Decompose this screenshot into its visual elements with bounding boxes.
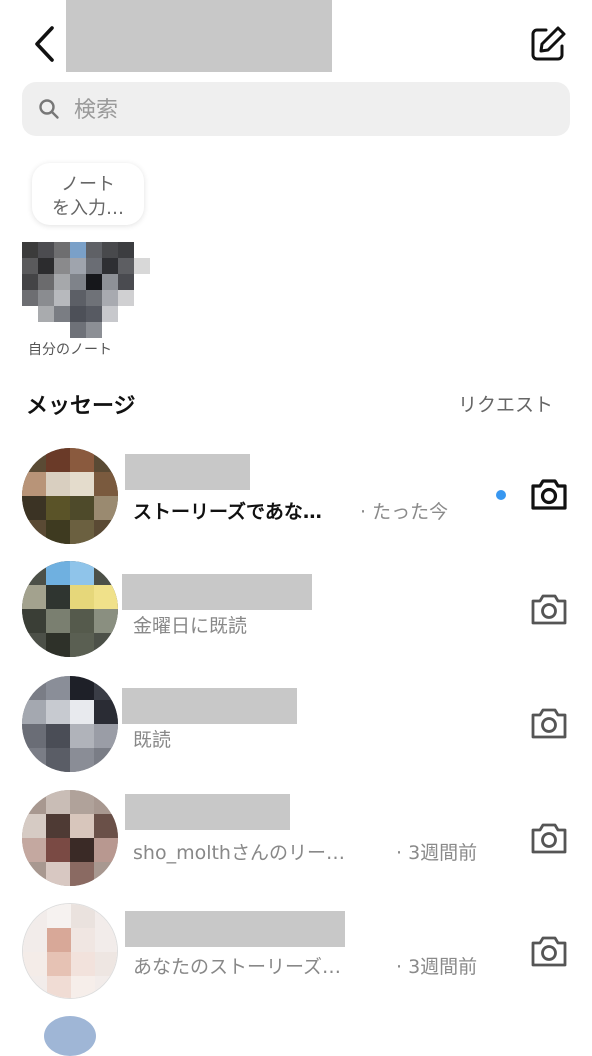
avatar: [22, 448, 118, 544]
message-preview: 既読: [133, 729, 172, 751]
unread-indicator: [496, 490, 506, 500]
my-note-label: 自分のノート: [28, 342, 112, 358]
message-preview: あなたのストーリーズ…: [133, 956, 342, 978]
message-preview: ストーリーズであな…: [133, 501, 322, 523]
requests-link[interactable]: リクエスト: [458, 390, 553, 417]
avatar: [22, 242, 150, 338]
note-bubble[interactable]: ノート を入力…: [32, 163, 144, 225]
avatar: [22, 790, 118, 886]
back-button[interactable]: [28, 22, 68, 66]
avatar: [44, 1016, 96, 1056]
message-time: · 3週間前: [396, 956, 478, 978]
message-time: · 3週間前: [396, 842, 478, 864]
redacted-username: [66, 0, 332, 72]
message-preview: 金曜日に既読: [133, 615, 248, 637]
compose-icon: [531, 26, 566, 61]
note-bubble-line2: を入力…: [52, 198, 124, 219]
search-bar[interactable]: [22, 82, 570, 136]
chevron-left-icon: [35, 26, 54, 62]
camera-icon[interactable]: [530, 705, 568, 741]
note-bubble-line1: ノート: [61, 174, 115, 195]
redacted-username: [122, 688, 297, 724]
search-input[interactable]: [72, 92, 556, 128]
conversation-row[interactable]: ストーリーズであな… · たった今: [0, 444, 592, 556]
new-message-button[interactable]: [526, 22, 570, 66]
camera-icon[interactable]: [530, 476, 568, 512]
conversation-row[interactable]: あなたのストーリーズ… · 3週間前: [0, 895, 592, 1007]
camera-icon[interactable]: [530, 591, 568, 627]
message-time: · たった今: [360, 501, 449, 523]
redacted-username: [125, 794, 290, 830]
redacted-username: [125, 454, 250, 490]
avatar: [22, 561, 118, 657]
avatar: [22, 676, 118, 772]
message-preview: sho_molthさんのリー…: [133, 842, 345, 864]
search-icon: [39, 99, 59, 119]
camera-icon[interactable]: [530, 820, 568, 856]
my-note-avatar[interactable]: [22, 242, 150, 338]
redacted-username: [122, 574, 312, 610]
conversation-row[interactable]: sho_molthさんのリー… · 3週間前: [0, 782, 592, 894]
conversation-row[interactable]: 金曜日に既読: [0, 557, 592, 669]
messages-heading: メッセージ: [26, 394, 136, 419]
camera-icon[interactable]: [530, 933, 568, 969]
redacted-username: [125, 911, 345, 947]
conversation-row[interactable]: 既読: [0, 672, 592, 784]
avatar: [22, 903, 118, 999]
